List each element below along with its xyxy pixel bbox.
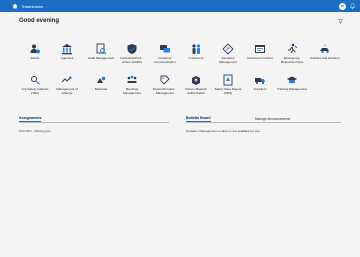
customer-communication-icon [160,45,170,53]
bulletin-title: Bulletin Board [186,116,211,120]
emergency-icon [288,43,298,54]
filter-icon[interactable] [338,19,343,24]
tile-customer-communication[interactable]: Customer Communication [150,43,180,64]
tile-materials[interactable]: Materials [86,74,116,92]
manage-announcements-link[interactable]: Manage Announcements [255,117,290,121]
assignments-title: Assignments [19,116,42,120]
tile-return-material-authorization[interactable]: Return Material Authorization [181,74,211,95]
tile-label: Management of Change [56,87,78,95]
nonconformance-icon [160,75,170,85]
tile-management-of-change[interactable]: Management of Change [52,74,82,95]
tile-job-safety-analysis[interactable]: Job Safety Analysis (JSA) [20,74,50,95]
tile-admin[interactable]: Admin [20,43,50,61]
tile-incident-and-accident[interactable]: Incident and Accident [310,43,340,61]
deviation-icon [222,43,234,55]
notifications-bell-icon[interactable] [350,3,355,9]
tile-audit-management[interactable]: Audit Management [86,43,116,61]
home-icon[interactable] [12,3,18,9]
tile-label: Return Material Authorization [185,87,207,95]
user-avatar[interactable]: TA [339,2,346,10]
top-bar: Tradmeduim TA [0,0,360,12]
tile-meetings-management[interactable]: Meetings Management [117,74,147,95]
tile-capa[interactable]: Corrective/Prev... Action (CAPA) [117,43,147,64]
materials-icon [97,76,106,83]
tile-label: Audit Management [88,56,114,60]
incident-icon [320,44,329,54]
training-icon [287,76,297,84]
audit-icon [96,43,107,55]
greeting-heading: Good evening [19,18,60,24]
tile-document-control[interactable]: Document Control [245,43,275,61]
tile-label: Materials [94,87,108,91]
return-material-icon [192,76,200,85]
tile-label: Incident and Accident [310,56,340,60]
tile-label: Document Control [247,56,273,60]
admin-icon [30,44,40,54]
change-icon [61,76,72,83]
tile-label: Nonconformanc... Management [152,87,178,95]
tile-label: Customers [188,56,204,60]
tile-customers[interactable]: Customers [181,43,211,61]
tile-training-management[interactable]: Training Management [277,74,307,92]
app-name: Tradmeduim [21,3,44,9]
customers-icon [192,44,201,54]
tile-label: Safety Data Sheets (SDS) [214,87,242,95]
tile-label: Agencies [60,56,74,60]
suppliers-icon [255,78,265,84]
tile-label: Corrective/Prev... Action (CAPA) [120,56,144,64]
meetings-icon [127,75,137,83]
tile-emergency-response-plans[interactable]: Emergency Response Plans [277,43,307,64]
tile-suppliers[interactable]: Suppliers [245,74,275,92]
document-control-icon [255,45,265,53]
shield-icon [127,44,137,54]
bulletin-item: Deviation Management module is now avail… [186,129,261,133]
tile-safety-data-sheets[interactable]: Safety Data Sheets (SDS) [213,74,243,95]
tile-label: Training Management [277,87,307,91]
building-icon [62,44,72,55]
tile-deviation-management[interactable]: Deviation Management [213,43,243,64]
tile-label: Admin [30,56,40,60]
tile-label: Deviation Management [218,56,238,64]
tile-label: Job Safety Analysis (JSA) [21,87,49,95]
jsa-icon [31,76,40,85]
tile-label: Suppliers [253,87,267,91]
tile-label: Emergency Response Plans [280,56,304,64]
sds-icon [223,74,233,86]
tile-agencies[interactable]: Agencies [52,43,82,61]
tile-label: Meetings Management [122,87,142,95]
tile-nonconformance-management[interactable]: Nonconformanc... Management [150,74,180,95]
assignment-item[interactable]: CVA SKU - Missing part [19,129,51,133]
tile-label: Customer Communication [154,56,176,64]
